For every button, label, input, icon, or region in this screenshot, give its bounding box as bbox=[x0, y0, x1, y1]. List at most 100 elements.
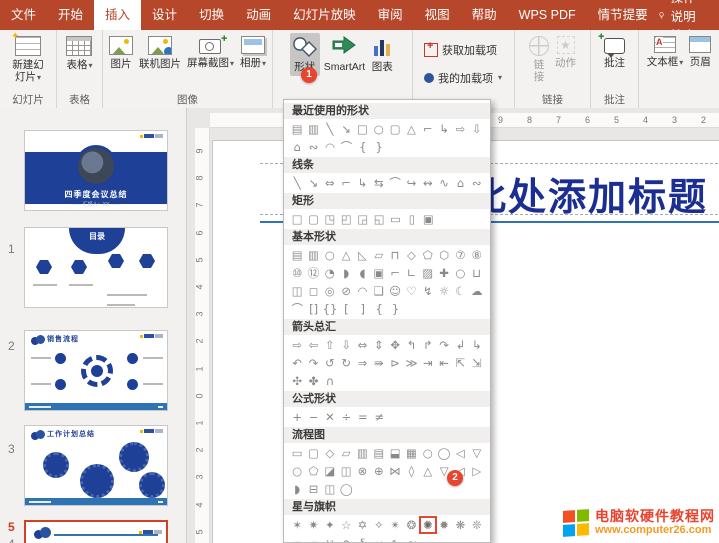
shape-cell[interactable]: ÷ bbox=[338, 409, 354, 425]
shape-cell[interactable]: ⊕ bbox=[371, 463, 387, 479]
shape-cell[interactable]: ▯ bbox=[404, 211, 420, 227]
shape-cell-selected[interactable]: ✺ bbox=[420, 517, 436, 533]
tab-10[interactable]: WPS PDF bbox=[508, 0, 587, 30]
shape-cell[interactable]: ≫ bbox=[403, 355, 419, 371]
shape-cell[interactable]: ⬠ bbox=[305, 463, 321, 479]
shape-cell[interactable]: ≈ bbox=[404, 535, 420, 543]
shape-cell[interactable]: ▥ bbox=[354, 445, 370, 461]
shape-cell[interactable]: ◯ bbox=[338, 481, 354, 497]
shape-cell[interactable]: ✧ bbox=[371, 517, 387, 533]
shape-cell[interactable]: ◇ bbox=[322, 445, 338, 461]
my-addins-button[interactable]: 我的加载项 bbox=[421, 68, 505, 88]
shape-cell[interactable]: ❏ bbox=[371, 283, 387, 299]
shape-cell[interactable]: ▭ bbox=[387, 211, 403, 227]
shape-cell[interactable]: ╲ bbox=[289, 175, 305, 191]
shape-cell[interactable]: ⇦ bbox=[305, 337, 321, 353]
shape-cell[interactable]: ▱ bbox=[338, 445, 354, 461]
shape-cell[interactable]: ⇨ bbox=[289, 337, 305, 353]
shape-cell[interactable]: ◰ bbox=[338, 211, 354, 227]
online-pictures-button[interactable]: 联机图片 bbox=[137, 33, 183, 73]
shape-cell[interactable]: ✷ bbox=[305, 517, 321, 533]
tab-7[interactable]: 审阅 bbox=[367, 0, 414, 30]
shape-cell[interactable]: ○ bbox=[371, 121, 387, 137]
shape-cell[interactable]: ☁ bbox=[469, 283, 485, 299]
shape-cell[interactable]: △ bbox=[420, 463, 436, 479]
shape-cell[interactable]: ↘ bbox=[305, 175, 321, 191]
shape-cell[interactable]: − bbox=[305, 409, 321, 425]
shape-cell[interactable]: ⌐ bbox=[420, 121, 436, 137]
shape-cell[interactable]: △ bbox=[403, 121, 419, 137]
shape-cell[interactable]: ◪ bbox=[322, 463, 338, 479]
picture-button[interactable]: 图片 bbox=[107, 33, 135, 73]
tab-2[interactable]: 插入 bbox=[94, 0, 141, 30]
shape-cell[interactable]: ∾ bbox=[469, 175, 485, 191]
shape-cell[interactable]: ↳ bbox=[469, 337, 485, 353]
new-slide-button[interactable]: ✦ 新建幻灯片 bbox=[6, 33, 50, 87]
shape-cell[interactable]: ❊ bbox=[469, 517, 485, 533]
shape-cell[interactable]: ▢ bbox=[305, 445, 321, 461]
shape-cell[interactable]: ◫ bbox=[322, 481, 338, 497]
shape-cell[interactable]: ∩ bbox=[322, 373, 338, 389]
shape-cell[interactable]: [] bbox=[305, 301, 321, 317]
shape-cell[interactable]: ↲ bbox=[452, 337, 468, 353]
shape-cell[interactable]: ⌒ bbox=[289, 301, 305, 317]
shape-cell[interactable]: ↯ bbox=[420, 283, 436, 299]
shape-cell[interactable]: ↷ bbox=[305, 355, 321, 371]
shape-cell[interactable]: ⊗ bbox=[354, 463, 370, 479]
shape-cell[interactable]: ⇕ bbox=[371, 337, 387, 353]
shape-cell[interactable]: ∾ bbox=[305, 139, 321, 155]
link-button[interactable]: 链接 bbox=[527, 33, 551, 86]
header-footer-button[interactable]: 页眉 bbox=[687, 33, 713, 71]
shape-cell[interactable]: ❋ bbox=[452, 517, 468, 533]
shape-cell[interactable]: ◖ bbox=[354, 265, 370, 281]
shape-cell[interactable]: ⌐ bbox=[338, 175, 354, 191]
shape-cell[interactable]: ⋈ bbox=[387, 463, 403, 479]
shape-cell[interactable]: [ bbox=[338, 301, 354, 317]
shape-cell[interactable]: ∪ bbox=[322, 535, 338, 543]
slide-title-text[interactable]: 此处添加标题 bbox=[468, 166, 708, 221]
shape-cell[interactable]: ⇨ bbox=[452, 121, 468, 137]
shape-cell[interactable]: □ bbox=[354, 121, 370, 137]
shape-cell[interactable]: △ bbox=[338, 247, 354, 263]
shape-cell[interactable]: ◗ bbox=[289, 481, 305, 497]
shape-cell[interactable]: ✣ bbox=[289, 373, 305, 389]
shape-cell[interactable]: ▣ bbox=[371, 265, 387, 281]
shape-cell[interactable]: ◺ bbox=[354, 247, 370, 263]
shape-cell[interactable]: ⇩ bbox=[338, 337, 354, 353]
shape-cell[interactable]: { bbox=[371, 301, 387, 317]
shape-cell[interactable]: ▢ bbox=[305, 211, 321, 227]
tab-8[interactable]: 视图 bbox=[414, 0, 461, 30]
shape-cell[interactable]: = bbox=[355, 409, 371, 425]
shape-cell[interactable]: ❂ bbox=[403, 517, 419, 533]
shape-cell[interactable]: ≠ bbox=[371, 409, 387, 425]
shape-cell[interactable]: ⇩ bbox=[469, 121, 485, 137]
shape-cell[interactable]: ∾ bbox=[371, 535, 387, 543]
shape-cell[interactable]: ▨ bbox=[420, 265, 436, 281]
shape-cell[interactable]: ☼ bbox=[436, 283, 452, 299]
tab-9[interactable]: 帮助 bbox=[461, 0, 508, 30]
shape-cell[interactable]: ◗ bbox=[338, 265, 354, 281]
shape-cell[interactable]: ⌐ bbox=[387, 265, 403, 281]
shape-cell[interactable]: ⇔ bbox=[354, 337, 370, 353]
shape-cell[interactable]: ◠ bbox=[354, 283, 370, 299]
shape-cell[interactable]: ⌒ bbox=[387, 175, 403, 191]
shape-cell[interactable]: ▥ bbox=[305, 247, 321, 263]
shape-cell[interactable]: ↶ bbox=[289, 355, 305, 371]
shape-cell[interactable]: ↳ bbox=[436, 121, 452, 137]
shape-cell[interactable]: ⇤ bbox=[436, 355, 452, 371]
shape-cell[interactable]: ⬠ bbox=[420, 247, 436, 263]
action-button[interactable]: ★ 动作 bbox=[553, 33, 578, 72]
shape-cell[interactable]: ⊘ bbox=[338, 283, 354, 299]
shape-cell[interactable]: ∩ bbox=[338, 535, 354, 543]
shape-cell[interactable]: ⑫ bbox=[305, 265, 321, 281]
shape-cell[interactable]: ∟ bbox=[403, 265, 419, 281]
shape-cell[interactable]: ◔ bbox=[322, 265, 338, 281]
shape-cell[interactable]: ⑦ bbox=[452, 247, 468, 263]
shape-cell[interactable]: □ bbox=[289, 211, 305, 227]
screenshot-button[interactable]: 屏幕截图 bbox=[185, 33, 236, 73]
shape-cell[interactable]: ⇛ bbox=[371, 355, 387, 371]
shape-cell[interactable]: } bbox=[387, 301, 403, 317]
shape-cell[interactable]: ⇱ bbox=[452, 355, 468, 371]
shape-cell[interactable]: ◳ bbox=[322, 211, 338, 227]
shape-cell[interactable]: ◯ bbox=[436, 445, 452, 461]
